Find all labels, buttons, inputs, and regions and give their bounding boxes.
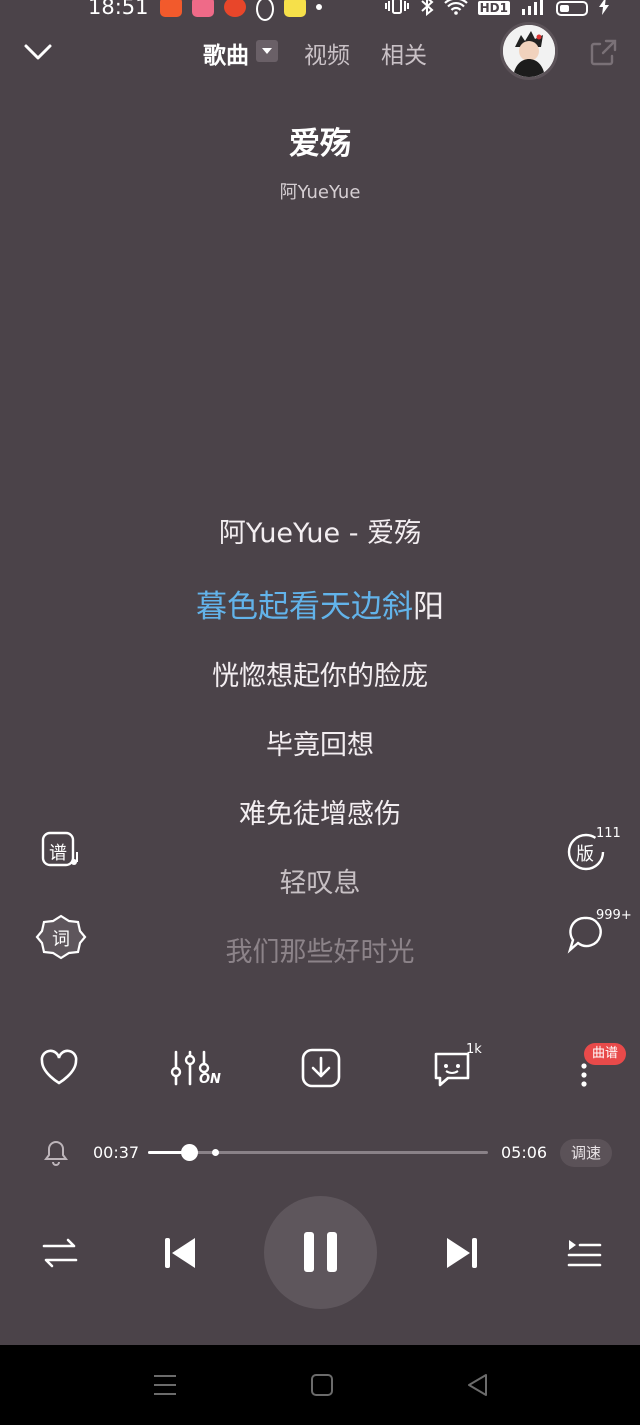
lyric-sung-part: 暮色起看天边斜 [196, 589, 413, 625]
next-button[interactable] [442, 1232, 482, 1278]
progress-bar[interactable] [148, 1144, 488, 1161]
collapse-button[interactable] [22, 38, 54, 66]
lyric-line[interactable]: 轻叹息 [0, 861, 640, 900]
comment-bubble-count: 999+ [596, 908, 632, 923]
home-button[interactable] [310, 1373, 334, 1401]
notification-icons [160, 0, 322, 21]
playlist-icon [567, 1240, 602, 1267]
charging-icon [598, 0, 610, 19]
sheet-music-badge[interactable]: 曲谱 [584, 1043, 626, 1065]
tab-songs[interactable]: 歌曲 [203, 36, 249, 70]
bell-icon [44, 1140, 68, 1166]
lyric-line[interactable]: 毕竟回想 [0, 723, 640, 762]
skip-next-icon [447, 1238, 477, 1268]
lyric-line[interactable]: 恍惚想起你的脸庞 [0, 654, 640, 693]
comments-button[interactable]: 1k [430, 1042, 490, 1090]
heart-icon [40, 1049, 78, 1085]
app-notification-icon [256, 0, 274, 21]
version-count: 111 [596, 826, 621, 841]
comment-count: 1k [466, 1042, 482, 1057]
tab-songs-dropdown[interactable] [256, 40, 278, 62]
system-nav-bar [0, 1345, 640, 1425]
menu-icon [154, 1375, 176, 1395]
buffer-marker [211, 1149, 219, 1156]
chevron-down-icon [24, 44, 52, 60]
artist-avatar[interactable] [500, 22, 558, 80]
lyric-current-line[interactable]: 暮色起看天边斜阳 [0, 581, 640, 626]
playlist-button[interactable] [564, 1233, 604, 1277]
share-icon [590, 39, 617, 66]
battery-icon [556, 0, 588, 16]
recent-apps-button[interactable] [152, 1373, 178, 1401]
equalizer-state: ON [199, 1072, 221, 1087]
pause-icon [304, 1232, 337, 1272]
download-icon [301, 1048, 341, 1088]
play-mode-button[interactable] [40, 1233, 80, 1277]
lyric-unsung-part: 阳 [413, 589, 444, 625]
back-button[interactable] [466, 1373, 490, 1401]
score-button[interactable]: 谱 [40, 830, 80, 870]
vibrate-icon [384, 0, 410, 19]
lyric-line[interactable]: 难免徒增感伤 [0, 792, 640, 831]
app-notification-icon [192, 0, 214, 17]
more-notifications-icon [316, 4, 322, 10]
song-title: 爱殇 [289, 126, 351, 162]
speed-button[interactable]: 调速 [560, 1139, 612, 1167]
home-icon [311, 1374, 333, 1396]
status-time: 18:51 [88, 0, 149, 19]
lyric-mode-label: 词 [52, 929, 70, 950]
lyric-mode-button[interactable]: 词 [34, 912, 88, 962]
version-label: 版 [576, 844, 594, 865]
share-button[interactable] [588, 36, 620, 72]
version-button[interactable]: 版 111 [566, 826, 628, 872]
signal-icon: 4G [520, 0, 546, 19]
bluetooth-icon [420, 0, 434, 20]
app-notification-icon [284, 0, 306, 17]
wifi-icon [443, 0, 468, 19]
tab-video[interactable]: 视频 [304, 36, 350, 70]
song-artist[interactable]: 阿YueYue [0, 178, 640, 204]
back-icon [468, 1374, 487, 1396]
equalizer-button[interactable]: ON [169, 1046, 225, 1090]
weibo-icon [224, 0, 246, 17]
repeat-icon [42, 1238, 78, 1268]
comment-bubble-button[interactable]: 999+ [566, 908, 632, 954]
caret-down-icon [262, 48, 272, 54]
pause-button[interactable] [264, 1196, 377, 1309]
previous-button[interactable] [160, 1232, 200, 1278]
total-time: 05:06 [501, 1143, 548, 1162]
status-bar: 18:51 HD1 4G [0, 0, 640, 26]
status-indicators: HD1 4G [384, 0, 610, 20]
score-label: 谱 [49, 843, 67, 864]
progress-knob[interactable] [181, 1144, 199, 1161]
like-button[interactable] [37, 1046, 81, 1090]
lyric-line[interactable]: 我们那些好时光 [0, 930, 640, 969]
app-notification-icon [160, 0, 182, 17]
hd-icon: HD1 [477, 1, 510, 15]
elapsed-time: 00:37 [93, 1143, 140, 1162]
artist-avatar-image [503, 25, 555, 77]
download-button[interactable] [299, 1046, 343, 1090]
tab-related[interactable]: 相关 [381, 36, 427, 70]
lyric-header-line: 阿YueYue - 爱殇 [218, 518, 422, 549]
skip-previous-icon [165, 1238, 195, 1268]
timer-button[interactable] [42, 1139, 70, 1171]
